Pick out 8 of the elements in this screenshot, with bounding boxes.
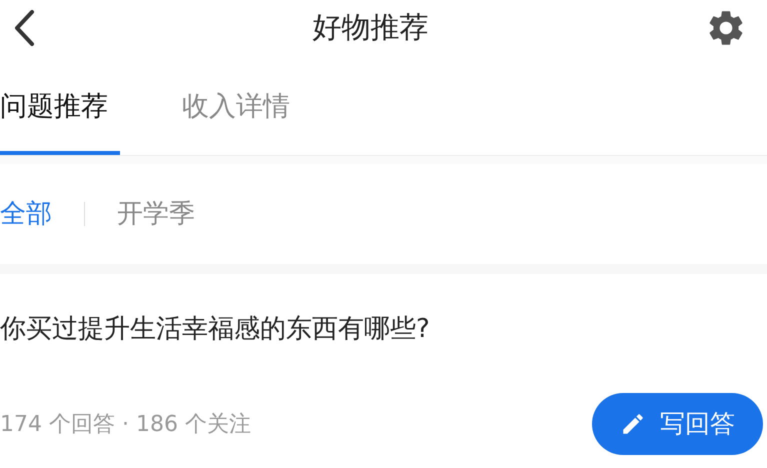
filter-tab[interactable]: 全部 [0,194,52,234]
filter-tab[interactable]: 开学季 [117,194,195,234]
tab[interactable]: 收入详情 [182,86,302,155]
question-title[interactable]: 你买过提升生活幸福感的东西有哪些? [0,310,767,349]
question-stats: 174 个回答 · 186 个关注 [0,410,251,438]
back-icon[interactable] [12,8,36,48]
page-title: 好物推荐 [312,8,428,46]
write-answer-button[interactable]: 写回答 [592,393,763,455]
